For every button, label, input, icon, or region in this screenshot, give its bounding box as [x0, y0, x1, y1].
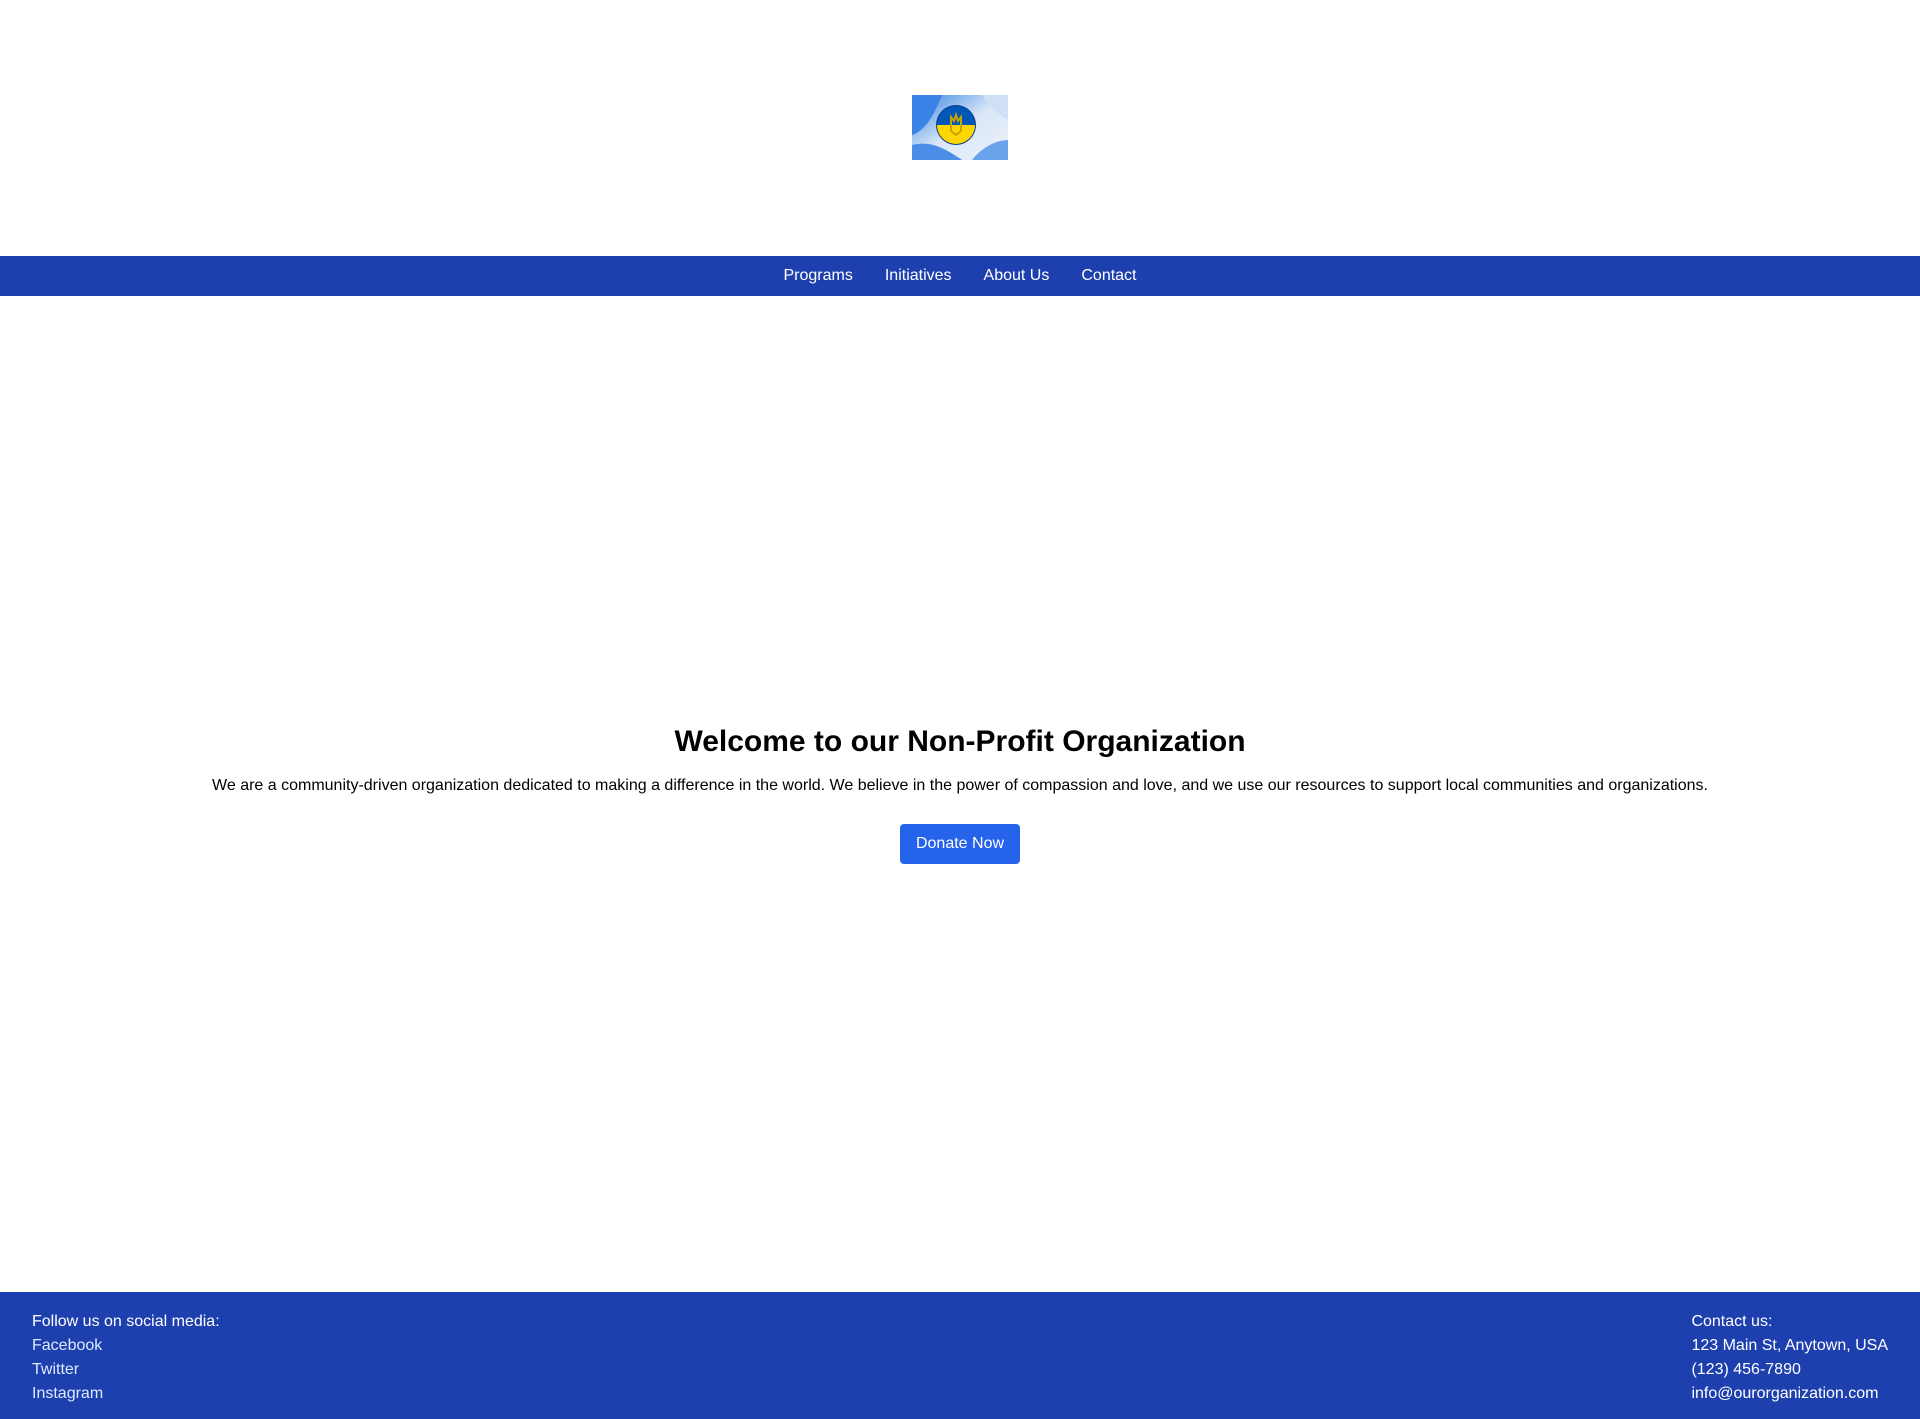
- hero-section: Welcome to our Non-Profit Organization W…: [0, 296, 1920, 1292]
- site-footer: Follow us on social media: Facebook Twit…: [0, 1292, 1920, 1419]
- facebook-link[interactable]: Facebook: [32, 1334, 220, 1358]
- nav-item-programs[interactable]: Programs: [783, 256, 852, 296]
- nav-item-about-us[interactable]: About Us: [984, 256, 1050, 296]
- contact-email: info@ourorganization.com: [1691, 1385, 1879, 1402]
- donate-button[interactable]: Donate Now: [899, 824, 1021, 864]
- twitter-link[interactable]: Twitter: [32, 1358, 220, 1382]
- logo-image[interactable]: [912, 95, 1008, 160]
- nav-item-contact[interactable]: Contact: [1081, 256, 1136, 296]
- nav-item-initiatives[interactable]: Initiatives: [885, 256, 952, 296]
- ukraine-emblem-logo-icon: [912, 95, 1008, 160]
- footer-contact: Contact us: 123 Main St, Anytown, USA (1…: [1691, 1310, 1888, 1419]
- contact-address: 123 Main St, Anytown, USA: [1691, 1337, 1888, 1354]
- footer-social: Follow us on social media: Facebook Twit…: [32, 1310, 220, 1419]
- contact-heading: Contact us:: [1691, 1313, 1773, 1330]
- instagram-link[interactable]: Instagram: [32, 1382, 220, 1406]
- hero-title: Welcome to our Non-Profit Organization: [674, 725, 1246, 758]
- social-heading: Follow us on social media:: [32, 1313, 220, 1330]
- contact-phone: (123) 456-7890: [1691, 1361, 1801, 1378]
- site-header: [0, 0, 1920, 256]
- hero-description: We are a community-driven organization d…: [212, 777, 1708, 794]
- main-nav: Programs Initiatives About Us Contact: [0, 256, 1920, 296]
